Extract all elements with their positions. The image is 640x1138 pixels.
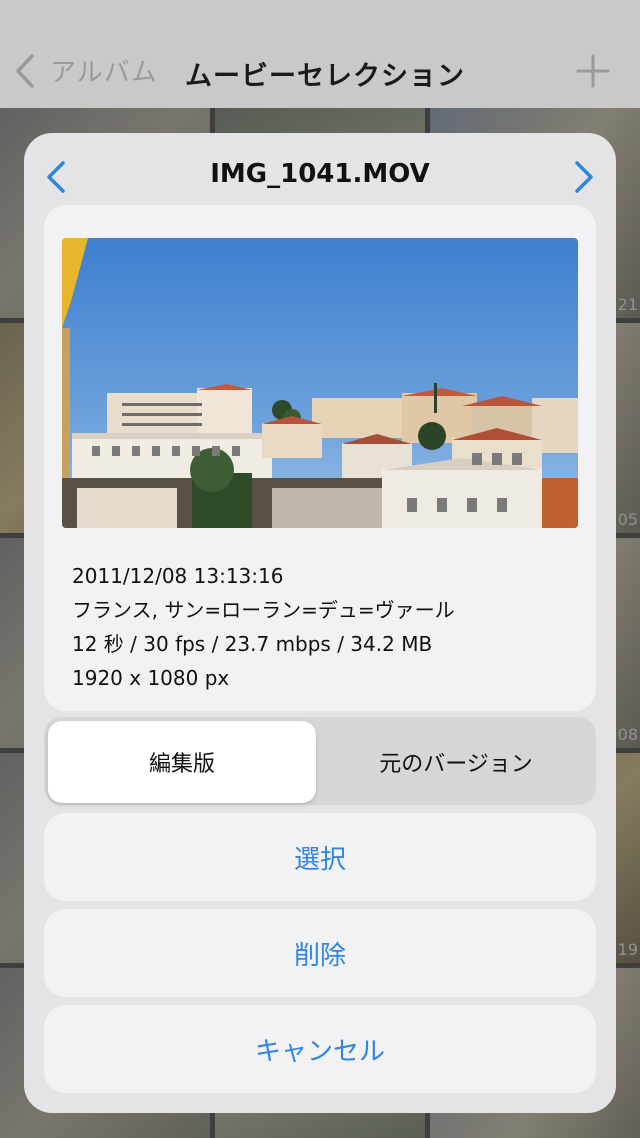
movie-thumbnail[interactable]	[62, 238, 578, 528]
segment-edited-version[interactable]: 編集版	[48, 721, 316, 803]
movie-info-card: 2011/12/08 13:13:16 フランス, サン=ローラン=デュ=ヴァー…	[44, 205, 596, 711]
plus-icon[interactable]	[576, 54, 610, 88]
file-name-title: IMG_1041.MOV	[210, 159, 430, 189]
navigation-bar: アルバム ムービーセレクション	[0, 0, 640, 108]
back-button[interactable]: アルバム	[14, 52, 158, 89]
chevron-left-icon	[16, 53, 34, 88]
cityscape-image	[62, 238, 578, 528]
capture-datetime: 2011/12/08 13:13:16	[72, 564, 284, 588]
page-title: ムービーセレクション	[185, 61, 465, 92]
video-resolution: 1920 x 1080 px	[72, 666, 230, 690]
movie-detail-sheet: IMG_1041.MOV 2011/12/08 13:13:16 フランス, サ…	[24, 133, 616, 1113]
segment-original-version[interactable]: 元のバージョン	[320, 721, 592, 803]
cancel-button[interactable]: キャンセル	[44, 1005, 596, 1093]
delete-button[interactable]: 削除	[44, 909, 596, 997]
version-segmented-control: 編集版 元のバージョン	[44, 717, 596, 805]
capture-location: フランス, サン=ローラン=デュ=ヴァール	[72, 598, 455, 622]
movie-metadata: 2011/12/08 13:13:16 フランス, サン=ローラン=デュ=ヴァー…	[72, 559, 455, 695]
back-button-label: アルバム	[50, 58, 158, 88]
video-specs: 12 秒 / 30 fps / 23.7 mbps / 34.2 MB	[72, 632, 433, 656]
select-button[interactable]: 選択	[44, 813, 596, 901]
chevron-right-icon[interactable]	[572, 159, 596, 195]
